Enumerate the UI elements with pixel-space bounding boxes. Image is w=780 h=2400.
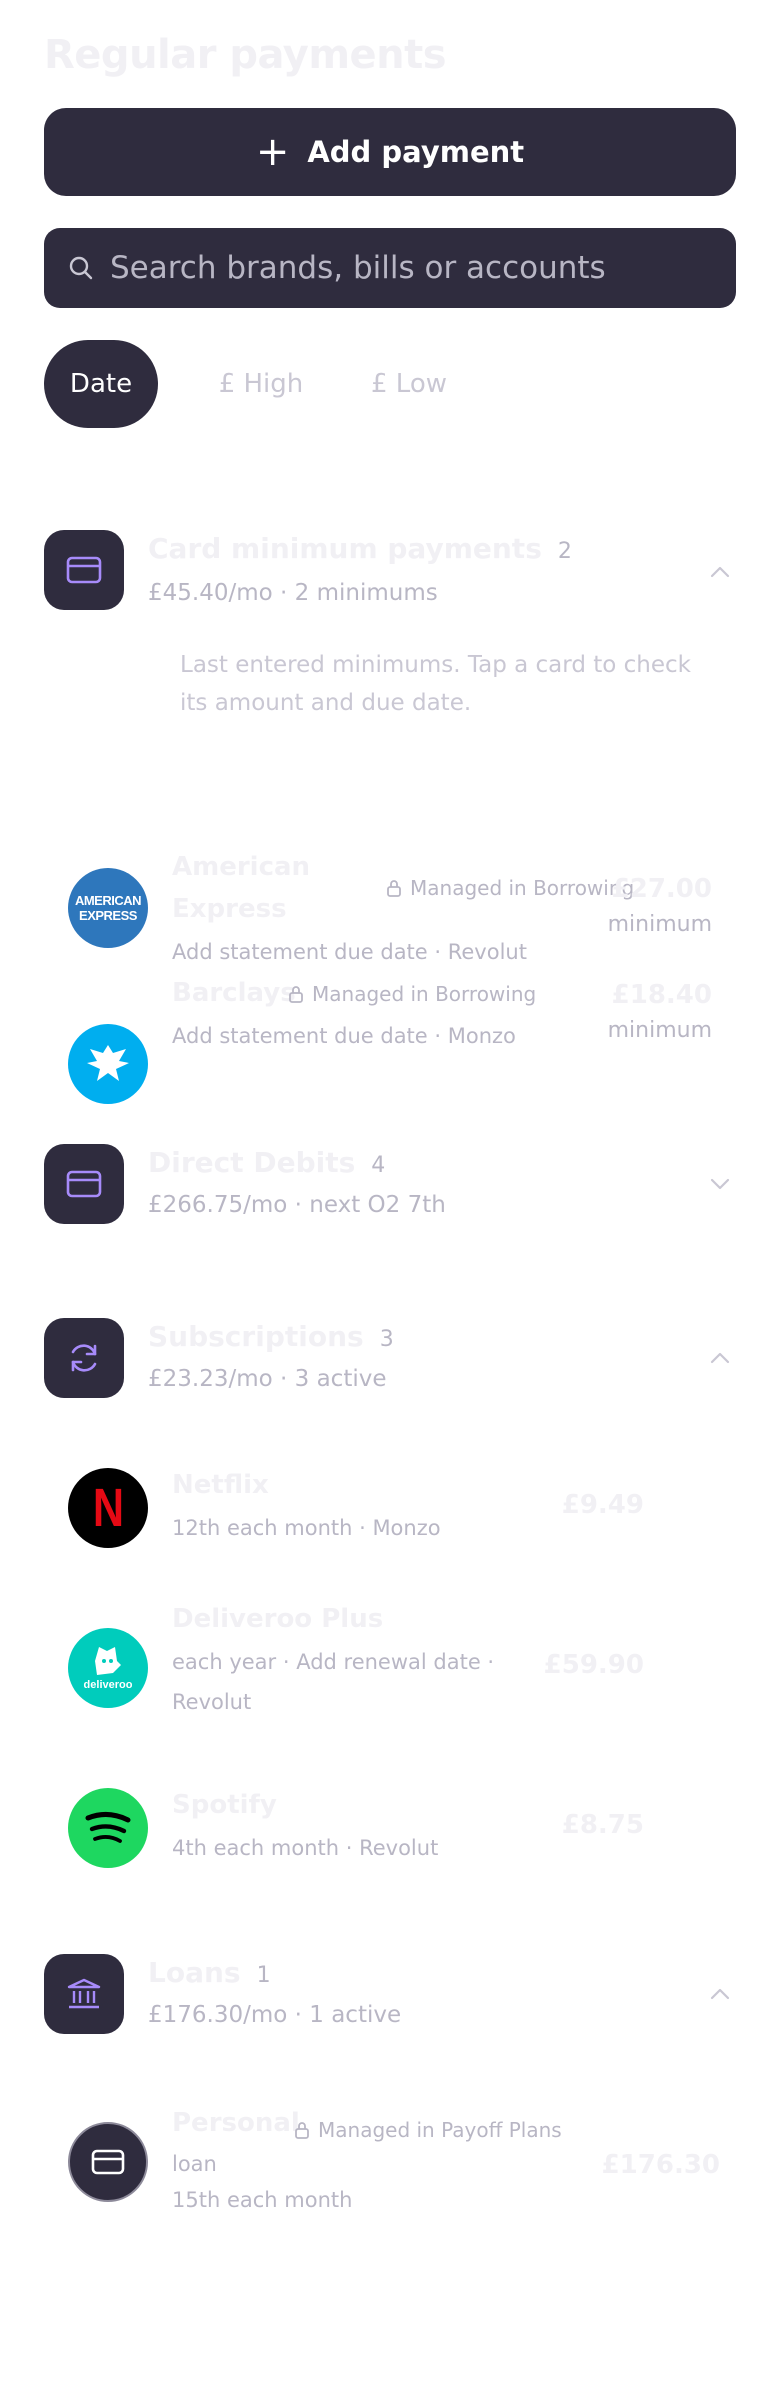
search-input[interactable] (110, 250, 710, 286)
direct-debits-icon-tile[interactable] (44, 1144, 124, 1224)
subscriptions-summary: £23.23/mo · 3 active (148, 1366, 387, 1392)
card-minimums-title: Card minimum payments (148, 532, 542, 565)
lock-icon (387, 880, 401, 897)
spotify-name[interactable]: Spotify (172, 1790, 277, 1820)
barclays-amount-sub: minimum (607, 1018, 712, 1043)
spotify-amount: £8.75 (561, 1810, 644, 1840)
loans-title: Loans (148, 1956, 241, 1989)
spotify-logo[interactable] (68, 1788, 148, 1868)
amex-logo-text: AMERICAN EXPRESS (74, 893, 142, 923)
deliveroo-logo-text: deliveroo (83, 1679, 133, 1691)
chevron-down-icon[interactable] (708, 1172, 732, 1196)
direct-debits-summary: £266.75/mo · next O2 7th (148, 1192, 446, 1218)
deliveroo-name[interactable]: Deliveroo Plus (172, 1604, 383, 1634)
personal-loan-managed-text: Managed in Payoff Plans (318, 2118, 562, 2142)
eagle-icon (87, 1045, 129, 1081)
loans-icon-tile[interactable] (44, 1954, 124, 2034)
kangaroo-icon (95, 1647, 121, 1675)
barclays-name[interactable]: Barclays (172, 978, 296, 1008)
chevron-up-icon[interactable] (708, 1982, 732, 2006)
netflix-logo-text: N (92, 1478, 124, 1538)
amex-name-line2[interactable]: Express (172, 894, 287, 924)
chevron-up-icon[interactable] (708, 1346, 732, 1370)
search-icon (69, 256, 93, 280)
card-minimums-count: 2 (557, 539, 572, 564)
credit-card-icon (66, 1170, 102, 1198)
barclays-amount: £18.40 (611, 980, 712, 1010)
amex-amount: £27.00 (611, 874, 712, 904)
netflix-logo[interactable]: N (68, 1468, 148, 1548)
amex-amount-sub: minimum (607, 912, 712, 937)
personal-loan-name-line2: loan (172, 2152, 217, 2176)
sort-high-button[interactable]: £ High (196, 340, 326, 428)
personal-loan-amount: £176.30 (601, 2150, 720, 2180)
card-minimums-header[interactable]: Card minimum payments 2 (148, 532, 572, 565)
direct-debits-title: Direct Debits (148, 1146, 356, 1179)
sort-low-button[interactable]: £ Low (344, 340, 474, 428)
page-title: Regular payments (44, 32, 447, 78)
barclays-managed-text: Managed in Borrowing (312, 982, 537, 1006)
amex-sub: Add statement due date · Revolut (172, 940, 527, 964)
loans-header[interactable]: Loans 1 (148, 1956, 271, 1989)
deliveroo-amount: £59.90 (543, 1650, 644, 1680)
personal-loan-sub: 15th each month (172, 2188, 353, 2212)
netflix-amount: £9.49 (561, 1490, 644, 1520)
spotify-sub: 4th each month · Revolut (172, 1836, 439, 1860)
card-minimums-summary: £45.40/mo · 2 minimums (148, 580, 438, 606)
credit-card-icon (66, 556, 102, 584)
sort-date-button[interactable]: Date (44, 340, 158, 428)
subscriptions-count: 3 (379, 1327, 394, 1352)
barclays-sub: Add statement due date · Monzo (172, 1024, 516, 1048)
subscriptions-header[interactable]: Subscriptions 3 (148, 1320, 394, 1353)
direct-debits-header[interactable]: Direct Debits 4 (148, 1146, 385, 1179)
add-payment-button[interactable]: + Add payment (44, 108, 736, 196)
deliveroo-logo[interactable]: deliveroo (68, 1628, 148, 1708)
lock-icon (295, 2122, 309, 2139)
amex-managed-badge: Managed in Borrowing (386, 876, 634, 900)
personal-loan-name-line1[interactable]: Personal (172, 2108, 300, 2138)
search-bar[interactable] (44, 228, 736, 308)
chevron-up-icon[interactable] (708, 560, 732, 584)
add-payment-label: Add payment (307, 135, 525, 169)
refresh-icon (71, 1344, 97, 1372)
credit-card-icon (91, 2149, 125, 2175)
bank-icon (67, 1978, 101, 2009)
loans-summary: £176.30/mo · 1 active (148, 2002, 402, 2028)
direct-debits-count: 4 (371, 1153, 386, 1178)
amex-name-line1[interactable]: American (172, 852, 310, 882)
deliveroo-sub-line2: Revolut (172, 1690, 252, 1714)
card-group-icon-tile[interactable] (44, 530, 124, 610)
loans-count: 1 (256, 1963, 271, 1988)
spotify-icon (85, 1812, 131, 1843)
card-minimums-note: Last entered minimums. Tap a card to che… (180, 652, 691, 716)
personal-loan-managed-badge: Managed in Payoff Plans (294, 2118, 562, 2142)
barclays-logo[interactable] (68, 1024, 148, 1104)
barclays-managed-badge: Managed in Borrowing (288, 982, 536, 1006)
subscriptions-icon-tile[interactable] (44, 1318, 124, 1398)
subscriptions-title: Subscriptions (148, 1320, 364, 1353)
deliveroo-sub-line1: each year · Add renewal date · (172, 1650, 495, 1674)
lock-icon (289, 986, 303, 1003)
personal-loan-logo[interactable] (68, 2122, 148, 2202)
plus-icon: + (255, 129, 290, 175)
amex-logo[interactable]: AMERICAN EXPRESS (68, 868, 148, 948)
netflix-sub: 12th each month · Monzo (172, 1516, 441, 1540)
netflix-name[interactable]: Netflix (172, 1470, 269, 1500)
